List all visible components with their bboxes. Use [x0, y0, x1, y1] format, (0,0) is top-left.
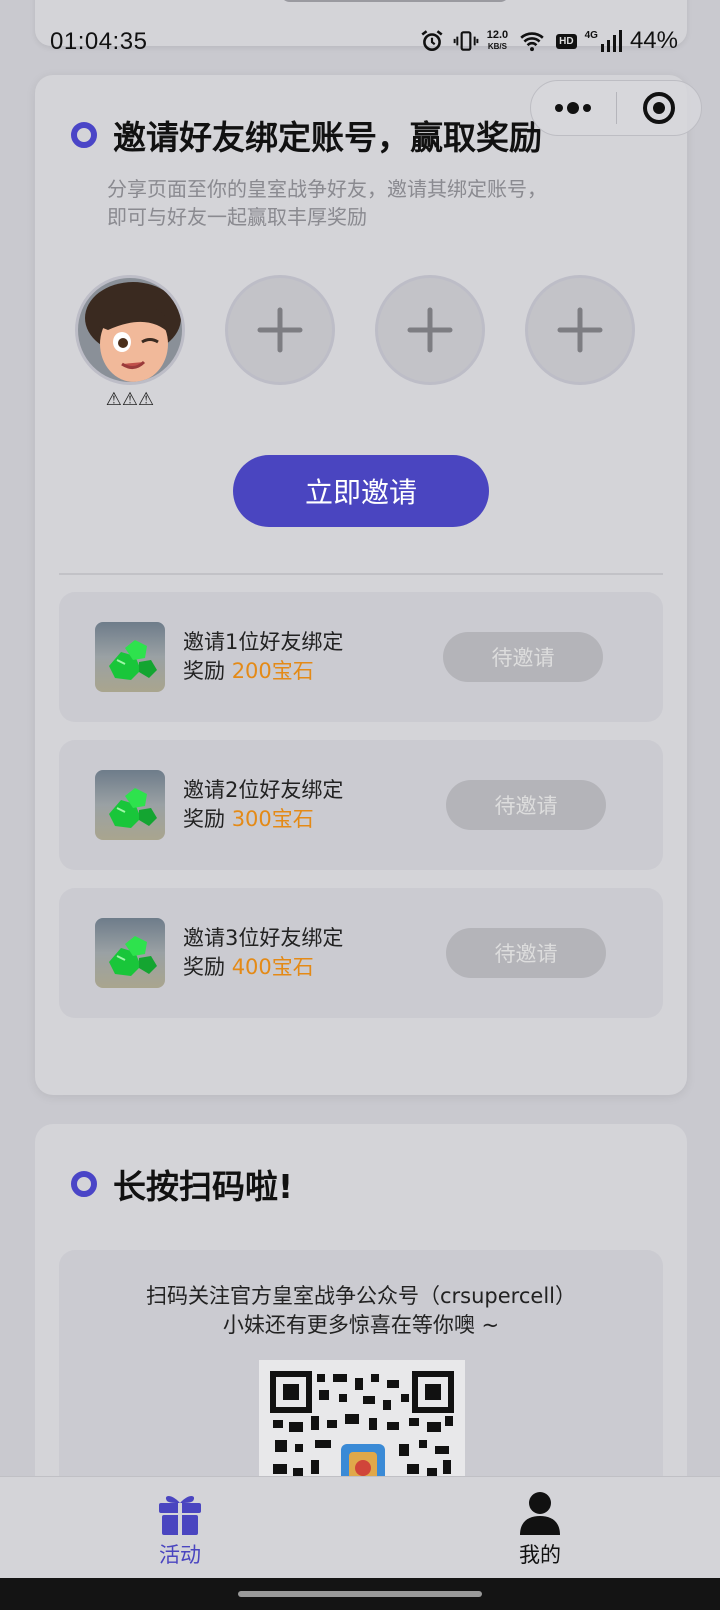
- net-speed-unit: KB/S: [487, 42, 507, 51]
- nav-mine-label: 我的: [519, 1543, 561, 1567]
- reward-item: 邀请1位好友绑定 奖励 200宝石 待邀请: [59, 592, 663, 722]
- target-close-icon: [642, 92, 675, 124]
- reward-prefix: 奖励: [183, 807, 225, 831]
- nav-activity-label: 活动: [159, 1543, 201, 1567]
- friend-slots: ⚠⚠⚠: [75, 275, 635, 425]
- status-icons: 12.0 KB/S HD 4G 44%: [419, 27, 678, 55]
- pending-invite-button[interactable]: 待邀请: [443, 632, 603, 682]
- more-dots-icon: [555, 102, 592, 114]
- mini-program-capsule: [530, 80, 702, 136]
- add-friend-slot[interactable]: [225, 275, 335, 385]
- invite-description-line2: 即可与好友一起赢取丰厚奖励: [107, 205, 367, 229]
- plus-icon: [257, 307, 303, 353]
- avatar[interactable]: [75, 275, 185, 385]
- battery-level: 44%: [629, 27, 678, 54]
- add-friend-slot[interactable]: [375, 275, 485, 385]
- gesture-bar: [0, 1578, 720, 1610]
- home-indicator[interactable]: [238, 1591, 482, 1597]
- hd-badge: HD: [556, 33, 577, 49]
- user-icon: [520, 1492, 560, 1535]
- plus-icon: [407, 307, 453, 353]
- network-speed: 12.0 KB/S: [487, 30, 508, 52]
- previous-card-bar: [280, 0, 510, 2]
- add-friend-slot[interactable]: [525, 275, 635, 385]
- invite-now-button[interactable]: 立即邀请: [233, 455, 489, 527]
- pending-invite-button[interactable]: 待邀请: [446, 780, 606, 830]
- avatar-image: [78, 278, 182, 382]
- nav-activity[interactable]: 活动: [0, 1477, 360, 1578]
- alarm-icon: [421, 30, 443, 51]
- gem-icon: [95, 918, 165, 988]
- more-menu-button[interactable]: [531, 81, 616, 135]
- close-mini-program-button[interactable]: [617, 81, 702, 135]
- net-speed-value: 12.0: [486, 29, 509, 41]
- qr-description: 扫码关注官方皇室战争公众号（crsupercell） 小妹还有更多惊喜在等你噢 …: [59, 1282, 663, 1340]
- reward-amount: 200宝石: [231, 659, 314, 683]
- reward-prefix: 奖励: [183, 955, 225, 979]
- qr-title: 长按扫码啦!: [113, 1167, 294, 1206]
- reward-item: 邀请3位好友绑定 奖励 400宝石 待邀请: [59, 888, 663, 1018]
- invite-card: 邀请好友绑定账号，赢取奖励 分享页面至你的皇室战争好友，邀请其绑定账号， 即可与…: [35, 75, 687, 1095]
- status-bar: 01:04:35 12.0 KB/S HD 4G 44%: [0, 24, 720, 64]
- qr-title-row: 长按扫码啦!: [71, 1160, 293, 1208]
- signal-type: 4G: [584, 30, 598, 41]
- qr-description-line2: 小妹还有更多惊喜在等你噢 ~: [222, 1313, 500, 1337]
- reward-condition: 邀请2位好友绑定: [183, 778, 344, 802]
- ring-bullet-icon: [71, 1171, 97, 1197]
- vibrate-icon: [453, 31, 479, 51]
- nav-mine[interactable]: 我的: [360, 1477, 720, 1578]
- invite-title-row: 邀请好友绑定账号，赢取奖励: [71, 111, 542, 159]
- avatar-name: ⚠⚠⚠: [105, 389, 155, 410]
- reward-text: 邀请1位好友绑定 奖励 200宝石: [183, 628, 343, 686]
- reward-amount: 400宝石: [231, 955, 314, 979]
- reward-prefix: 奖励: [183, 659, 225, 683]
- reward-text: 邀请3位好友绑定 奖励 400宝石: [183, 924, 343, 982]
- invite-description-line1: 分享页面至你的皇室战争好友，邀请其绑定账号，: [107, 177, 547, 201]
- gem-icon: [95, 622, 165, 692]
- qr-card: 长按扫码啦! 扫码关注官方皇室战争公众号（crsupercell） 小妹还有更多…: [35, 1124, 687, 1524]
- plus-icon: [557, 307, 603, 353]
- gift-icon: [159, 1496, 201, 1535]
- reward-condition: 邀请3位好友绑定: [183, 926, 344, 950]
- reward-condition: 邀请1位好友绑定: [183, 630, 344, 654]
- status-time: 01:04:35: [50, 28, 148, 55]
- qr-panel: 扫码关注官方皇室战争公众号（crsupercell） 小妹还有更多惊喜在等你噢 …: [59, 1250, 663, 1510]
- invite-description: 分享页面至你的皇室战争好友，邀请其绑定账号， 即可与好友一起赢取丰厚奖励: [107, 175, 627, 231]
- qr-description-line1: 扫码关注官方皇室战争公众号（crsupercell）: [146, 1284, 576, 1308]
- gem-icon: [95, 770, 165, 840]
- bottom-nav: 活动 我的: [0, 1476, 720, 1578]
- pending-invite-button[interactable]: 待邀请: [446, 928, 606, 978]
- reward-amount: 300宝石: [231, 807, 314, 831]
- wifi-icon: [520, 32, 544, 52]
- ring-bullet-icon: [71, 122, 97, 148]
- divider: [59, 573, 663, 575]
- reward-text: 邀请2位好友绑定 奖励 300宝石: [183, 776, 343, 834]
- reward-item: 邀请2位好友绑定 奖励 300宝石 待邀请: [59, 740, 663, 870]
- signal-icon: 4G: [585, 30, 622, 52]
- invite-title: 邀请好友绑定账号，赢取奖励: [113, 118, 542, 157]
